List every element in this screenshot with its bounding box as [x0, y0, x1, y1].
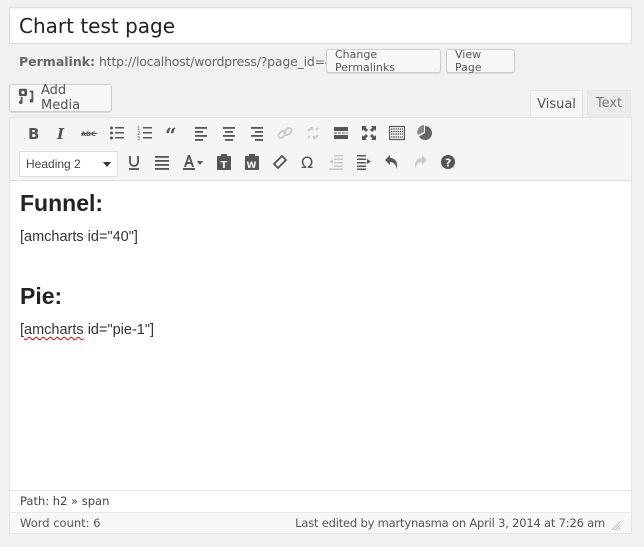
numbered-list-button[interactable]: 123 — [131, 123, 159, 147]
toolbar-toggle-button[interactable] — [383, 123, 411, 147]
paste-as-text-button[interactable]: T — [210, 152, 238, 176]
svg-text:T: T — [221, 160, 228, 170]
undo-button[interactable] — [378, 152, 406, 176]
add-media-button[interactable]: Add Media — [9, 83, 112, 113]
read-more-button[interactable] — [327, 123, 355, 147]
strikethrough-icon: ABC — [81, 125, 97, 146]
permalink-label: Permalink: — [19, 53, 96, 69]
svg-text:3: 3 — [137, 136, 140, 141]
outdent-button[interactable] — [322, 152, 350, 176]
format-select[interactable]: Heading 2 — [19, 151, 118, 177]
align-left-button[interactable] — [187, 123, 215, 147]
align-left-icon — [193, 125, 209, 146]
text-color-button[interactable] — [176, 152, 210, 176]
editor-content[interactable]: Funnel: [amcharts id="40"] Pie: [amchart… — [10, 181, 631, 490]
text-color-icon — [182, 154, 204, 175]
toolbar-row-2: Heading 2 T W Ω ? — [19, 151, 462, 177]
omega-icon: Ω — [300, 153, 316, 175]
shortcode-pie-suffix: id="pie-1"] — [83, 322, 155, 338]
fullscreen-button[interactable] — [355, 123, 383, 147]
tab-visual[interactable]: Visual — [530, 90, 583, 118]
pie-chart-icon — [417, 124, 433, 146]
italic-icon: I — [53, 125, 69, 146]
paste-text-icon: T — [216, 153, 232, 175]
svg-text:“: “ — [165, 125, 177, 141]
post-title-input[interactable]: Chart test page — [9, 7, 632, 44]
strikethrough-button[interactable]: ABC — [75, 123, 103, 147]
heading-funnel: Funnel: — [20, 190, 104, 216]
blockquote-button[interactable]: “ — [159, 123, 187, 147]
paste-from-word-button[interactable]: W — [238, 152, 266, 176]
media-icon — [18, 87, 36, 109]
align-center-button[interactable] — [215, 123, 243, 147]
numbered-list-icon: 123 — [137, 125, 153, 146]
editor-container: B I ABC 123 “ — [9, 117, 632, 534]
bullet-list-icon — [109, 125, 125, 146]
editor-toolbar: B I ABC 123 “ — [10, 118, 631, 181]
svg-text:W: W — [247, 161, 257, 170]
editor-statusbar: Word count: 6 Last edited by martynasma … — [10, 512, 631, 533]
indent-button[interactable] — [350, 152, 378, 176]
post-editor-screen: Chart test page Permalink: http://localh… — [0, 0, 644, 547]
paste-word-icon: W — [244, 153, 260, 175]
insert-link-button[interactable] — [271, 123, 299, 147]
keyboard-icon — [388, 125, 406, 146]
last-edited: Last edited by martynasma on April 3, 20… — [295, 516, 605, 530]
word-count: Word count: 6 — [20, 516, 101, 530]
svg-text:B: B — [28, 125, 39, 141]
view-page-button[interactable]: View Page — [446, 48, 515, 74]
svg-text:?: ? — [445, 156, 451, 169]
special-character-button[interactable]: Ω — [294, 152, 322, 176]
permalink-row: Permalink: http://localhost/wordpress/?p… — [19, 49, 333, 73]
toolbar-row-1: B I ABC 123 “ — [19, 123, 439, 147]
svg-text:I: I — [56, 125, 65, 141]
justify-icon — [154, 154, 170, 175]
outdent-icon — [328, 154, 344, 175]
remove-link-button[interactable] — [299, 123, 327, 147]
fullscreen-icon — [361, 125, 377, 146]
underline-button[interactable] — [120, 152, 148, 176]
help-button[interactable]: ? — [434, 152, 462, 176]
indent-icon — [356, 154, 372, 175]
align-right-icon — [249, 125, 265, 146]
link-icon — [277, 125, 293, 146]
heading-pie: Pie: — [20, 283, 63, 309]
amcharts-button[interactable] — [411, 123, 439, 147]
shortcode-pie: [amcharts id="pie-1"] — [20, 320, 621, 340]
read-more-icon — [333, 125, 349, 146]
change-permalinks-button[interactable]: Change Permalinks — [326, 48, 441, 74]
bold-icon: B — [25, 125, 41, 146]
unlink-icon — [305, 125, 321, 146]
blockquote-icon: “ — [165, 123, 181, 147]
eraser-icon — [272, 154, 288, 175]
undo-icon — [384, 154, 400, 175]
bullet-list-button[interactable] — [103, 123, 131, 147]
element-path: Path: h2 » span — [10, 490, 631, 512]
tab-text[interactable]: Text — [587, 90, 631, 117]
align-center-icon — [221, 125, 237, 146]
element-path-text[interactable]: Path: h2 » span — [20, 494, 109, 508]
permalink-url[interactable]: http://localhost/wordpress/?page_id=4 — [99, 54, 333, 69]
clear-formatting-button[interactable] — [266, 152, 294, 176]
add-media-label: Add Media — [41, 83, 81, 113]
redo-button[interactable] — [406, 152, 434, 176]
redo-icon — [412, 154, 428, 175]
underline-icon — [126, 154, 142, 175]
misspelled-word[interactable]: amcharts — [24, 322, 84, 338]
shortcode-funnel: [amcharts id="40"] — [20, 229, 138, 245]
justify-button[interactable] — [148, 152, 176, 176]
chevron-down-icon — [103, 161, 111, 167]
format-select-value: Heading 2 — [26, 157, 81, 171]
help-icon: ? — [440, 154, 456, 175]
align-right-button[interactable] — [243, 123, 271, 147]
resize-handle-icon[interactable] — [609, 519, 621, 531]
bold-button[interactable]: B — [19, 123, 47, 147]
italic-button[interactable]: I — [47, 123, 75, 147]
svg-text:Ω: Ω — [301, 154, 313, 170]
